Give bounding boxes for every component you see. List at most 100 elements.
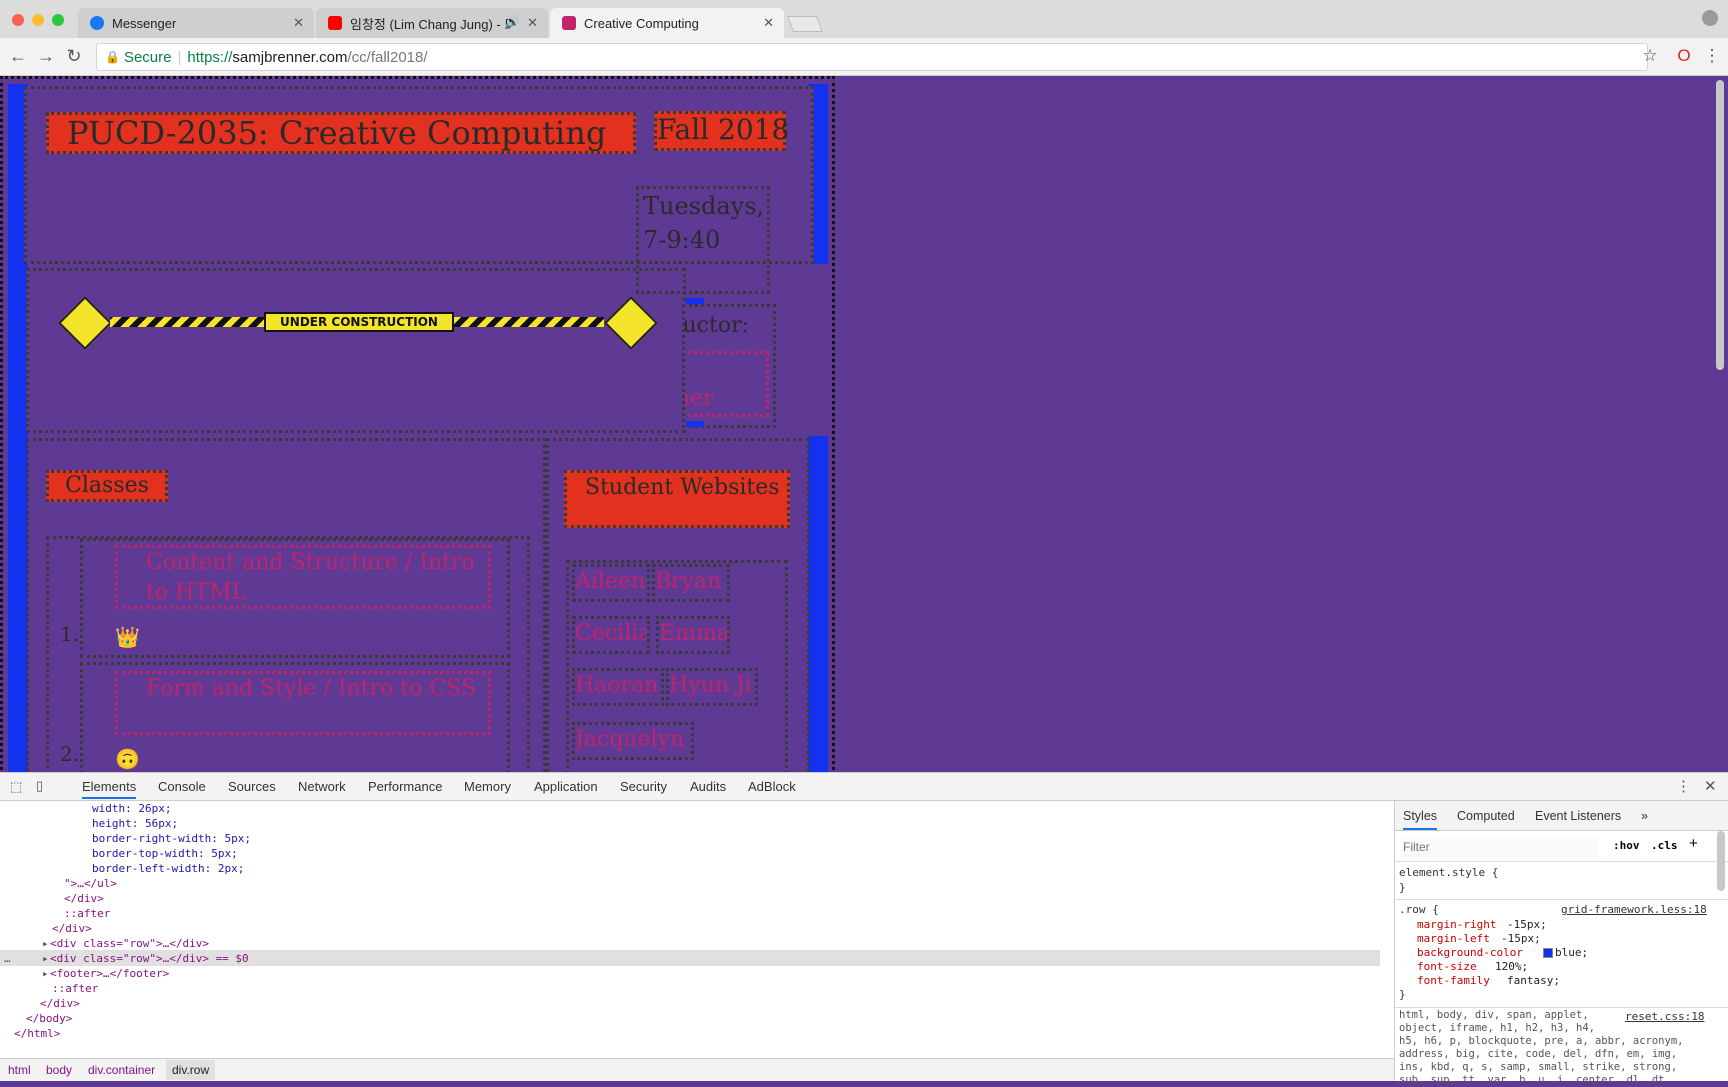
construction-worker-icon — [58, 296, 112, 350]
new-tab-button[interactable] — [787, 16, 823, 32]
css-prop-value[interactable]: blue; — [1555, 945, 1588, 962]
instructor-box: Instructor: Sam Brenner — [682, 304, 776, 428]
devtools-menu-icon[interactable]: ⋮ — [1676, 777, 1691, 795]
tab-memory[interactable]: Memory — [464, 779, 511, 794]
dom-tree: width: 26px; height: 56px; border-right-… — [0, 801, 1382, 1053]
more-tabs-icon[interactable]: » — [1641, 809, 1648, 823]
student-link[interactable]: Jacquelyn — [572, 722, 694, 760]
student-link[interactable]: Haoran — [572, 668, 664, 706]
back-icon[interactable]: ← — [6, 46, 30, 67]
tab-performance[interactable]: Performance — [368, 779, 442, 794]
url-host: samjbrenner.com — [232, 48, 348, 66]
color-swatch[interactable] — [1543, 948, 1553, 958]
reset-source-link[interactable]: reset.css:18 — [1625, 1009, 1705, 1026]
tab-elements[interactable]: Elements — [82, 779, 137, 799]
speaker-icon[interactable]: 🔊 — [505, 15, 520, 29]
lock-icon: 🔒 — [105, 50, 120, 64]
student-link[interactable]: Emma — [656, 616, 730, 654]
tab-title: Messenger — [112, 15, 177, 31]
student-link[interactable]: Bryan — [652, 564, 730, 602]
url-scheme: https:// — [187, 48, 233, 66]
course-title: PUCD-2035: Creative Computing — [46, 112, 636, 154]
address-bar-row: ← → ↻ 🔒 Secure | https:// samjbrenner.co… — [0, 38, 1728, 76]
tab-creative-computing[interactable]: Creative Computing ✕ — [550, 8, 784, 38]
close-window-button[interactable] — [12, 14, 24, 26]
maximize-window-button[interactable] — [52, 14, 64, 26]
page-favicon — [562, 16, 576, 30]
under-construction-banner: UNDER CONSTRUCTION — [58, 296, 658, 350]
tab-title: 임창정 (Lim Chang Jung) - 또 — [350, 16, 510, 32]
tab-event-listeners[interactable]: Event Listeners — [1535, 809, 1621, 823]
reload-icon[interactable]: ↻ — [62, 46, 86, 67]
breadcrumb-item-active[interactable]: div.row — [166, 1060, 216, 1080]
tab-messenger[interactable]: Messenger ✕ — [78, 8, 314, 38]
forward-icon[interactable]: → — [34, 46, 58, 67]
page-scrollbar[interactable] — [1716, 80, 1724, 370]
devtools-panel: ⬚ ▯ Elements Console Sources Network Per… — [0, 772, 1728, 1086]
bookmark-star-icon[interactable]: ☆ — [1638, 46, 1662, 66]
divider — [686, 421, 704, 427]
css-prop-name[interactable]: font-family — [1417, 973, 1490, 990]
class-link[interactable]: Form and Style / Intro to CSS — [115, 671, 491, 735]
tab-title: Creative Computing — [584, 15, 699, 31]
tab-audits[interactable]: Audits — [690, 779, 726, 794]
close-devtools-icon[interactable]: ✕ — [1704, 777, 1717, 795]
devtools-tab-bar: ⬚ ▯ Elements Console Sources Network Per… — [0, 773, 1728, 801]
tab-network[interactable]: Network — [298, 779, 346, 794]
tab-application[interactable]: Application — [534, 779, 598, 794]
schedule-text: Tuesdays, 7-9:40 — [636, 186, 770, 294]
class-number: 1. — [60, 622, 80, 646]
banner-row — [26, 268, 686, 433]
close-tab-icon[interactable]: ✕ — [293, 15, 304, 31]
student-link[interactable]: Aileen — [572, 564, 650, 602]
breadcrumb-item[interactable]: div.container — [88, 1063, 155, 1077]
element-style-rule: element.style { — [1399, 866, 1499, 879]
hov-toggle[interactable]: :hov — [1613, 839, 1640, 852]
url-path: /cc/fall2018/ — [347, 48, 428, 66]
tab-styles[interactable]: Styles — [1403, 809, 1438, 830]
crown-emoji: 👑 — [115, 627, 140, 649]
students-heading: Student Websites — [564, 470, 790, 528]
browser-menu-icon[interactable]: ⋮ — [1700, 46, 1724, 66]
right-blue-bar — [808, 436, 828, 772]
dom-line[interactable]: </html> — [14, 1026, 60, 1043]
student-link[interactable]: Hyun Ji — [666, 668, 758, 706]
tab-adblock[interactable]: AdBlock — [748, 779, 796, 794]
messenger-icon — [90, 16, 104, 30]
breadcrumb-item[interactable]: html — [8, 1063, 31, 1077]
cls-toggle[interactable]: .cls — [1651, 839, 1678, 852]
styles-pane: Styles Computed Event Listeners » :hov .… — [1394, 801, 1728, 1086]
tab-strip: Messenger ✕ 임창정 (Lim Chang Jung) - 또 🔊 ✕… — [0, 0, 1728, 38]
device-toolbar-icon[interactable]: ▯ — [36, 778, 43, 794]
tab-sources[interactable]: Sources — [228, 779, 276, 794]
css-prop-value[interactable]: fantasy; — [1507, 973, 1560, 990]
tab-console[interactable]: Console — [158, 779, 206, 794]
tab-computed[interactable]: Computed — [1457, 809, 1515, 823]
semester-label: Fall 2018 — [654, 111, 789, 151]
opera-extension-icon[interactable]: O — [1672, 46, 1696, 66]
student-link[interactable]: Cecilia — [572, 616, 650, 654]
close-tab-icon[interactable]: ✕ — [527, 15, 538, 31]
breadcrumb: html body div.container div.row — [0, 1058, 1394, 1081]
minimize-window-button[interactable] — [32, 14, 44, 26]
class-link[interactable]: Content and Structure / Intro to HTML — [115, 545, 491, 609]
under-construction-label: UNDER CONSTRUCTION — [264, 312, 454, 332]
inspect-element-icon[interactable]: ⬚ — [10, 779, 22, 795]
styles-filter-input[interactable] — [1401, 837, 1597, 857]
instructor-name-link[interactable]: Sam Brenner — [685, 351, 769, 417]
tab-youtube[interactable]: 임창정 (Lim Chang Jung) - 또 🔊 ✕ — [316, 8, 548, 38]
profile-icon[interactable] — [1702, 10, 1718, 26]
class-item: Form and Style / Intro to CSS 🙃 — [80, 662, 510, 772]
styles-scrollbar[interactable] — [1717, 831, 1725, 891]
url-input[interactable]: 🔒 Secure | https:// samjbrenner.com /cc/… — [96, 43, 1648, 71]
class-item: Content and Structure / Intro to HTML 👑 — [80, 538, 510, 658]
close-tab-icon[interactable]: ✕ — [763, 15, 774, 31]
rule-source-link[interactable]: grid-framework.less:18 — [1561, 902, 1707, 919]
instructor-label: Instructor: — [682, 313, 750, 338]
add-rule-icon[interactable]: + — [1689, 835, 1698, 852]
class-number: 2. — [60, 742, 80, 766]
secure-label: Secure — [123, 48, 172, 66]
construction-worker-icon — [604, 296, 658, 350]
breadcrumb-item[interactable]: body — [46, 1063, 72, 1077]
tab-security[interactable]: Security — [620, 779, 667, 794]
